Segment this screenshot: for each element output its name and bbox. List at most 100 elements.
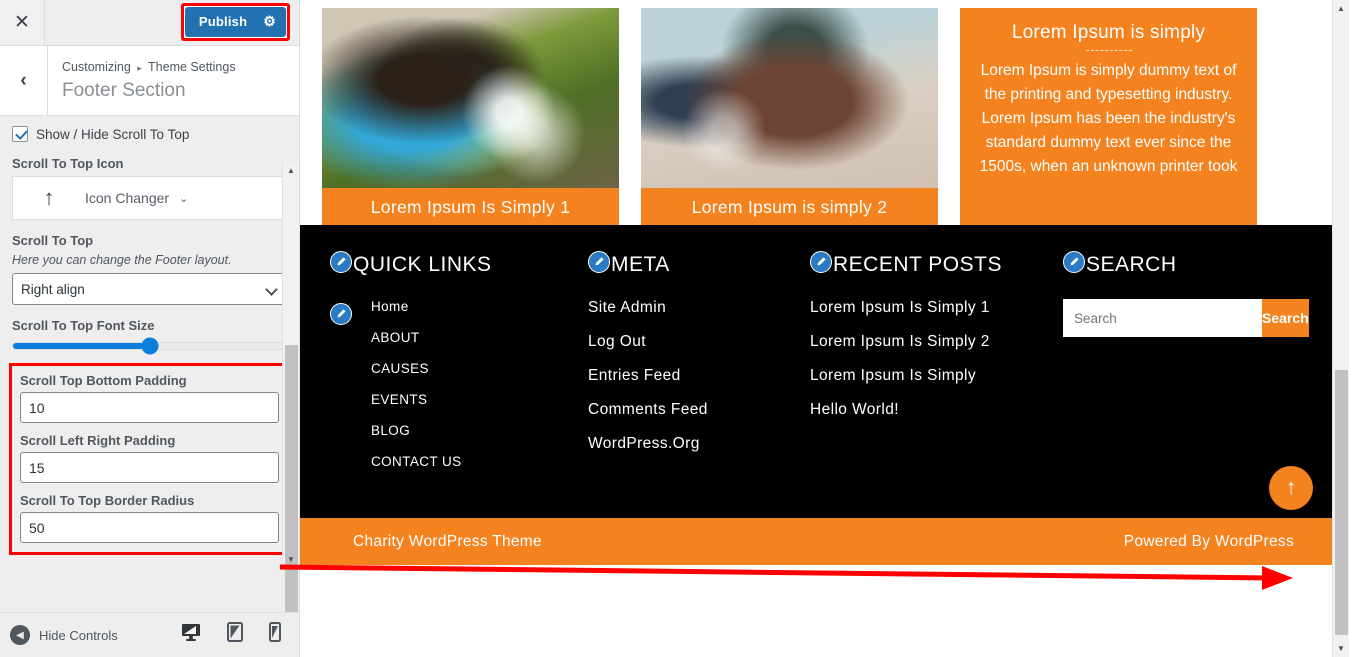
customizer-section-header: ‹ Customizing ▸ Theme Settings Footer Se…	[0, 46, 299, 116]
site-preview: Lorem Ipsum Is Simply 1 Lorem Ipsum is s…	[300, 0, 1349, 657]
list-item[interactable]: Lorem Ipsum Is Simply 2	[810, 333, 1063, 351]
list-item[interactable]: Site Admin	[588, 299, 810, 317]
footer-widget-heading: META	[588, 251, 810, 277]
customizer-controls: Show / Hide Scroll To Top Scroll To Top …	[0, 116, 299, 612]
footer-link-list: Home ABOUT CAUSES EVENTS BLOG CONTACT US	[330, 299, 588, 469]
hide-controls-button[interactable]: ◀ Hide Controls	[10, 625, 118, 645]
card-image-2[interactable]: Lorem Ipsum is simply 2	[641, 8, 938, 228]
icon-changer-button[interactable]: ↑ Icon Changer ⌄	[12, 176, 287, 220]
card-caption: Lorem Ipsum is simply 2	[641, 188, 938, 228]
list-item[interactable]: BLOG	[371, 423, 588, 438]
font-size-slider-thumb[interactable]	[141, 337, 158, 355]
footer-widget-quick-links: QUICK LINKS Home ABOUT CAUSES EVENTS BLO…	[330, 251, 588, 485]
scroll-up-arrow-icon[interactable]: ▲	[283, 162, 299, 179]
font-size-slider[interactable]	[12, 337, 287, 355]
card-caption: Lorem Ipsum Is Simply 1	[322, 188, 619, 228]
card-photo	[322, 8, 619, 188]
scroll-to-top-layout-label: Scroll To Top	[12, 233, 94, 248]
customizer-topbar: ✕ Publish ⚙	[0, 0, 299, 46]
list-item[interactable]: Hello World!	[810, 401, 1063, 419]
scroll-to-top-layout-description: Here you can change the Footer layout.	[12, 253, 232, 267]
list-item[interactable]: Home	[371, 299, 588, 314]
edit-pencil-icon[interactable]	[1063, 251, 1085, 273]
pencil-glyph	[337, 309, 346, 318]
device-desktop-button[interactable]	[171, 623, 211, 657]
copyright-right-text: Powered By WordPress	[1123, 532, 1294, 550]
gear-icon[interactable]: ⚙	[263, 13, 276, 30]
search-input[interactable]	[1063, 299, 1262, 337]
scroll-to-top-layout-control: Scroll To Top Here you can change the Fo…	[12, 233, 287, 305]
customizer-footer-bar: ◀ Hide Controls	[0, 612, 299, 657]
customizer-panel: ✕ Publish ⚙ ‹ Customizing ▸ Theme Settin…	[0, 0, 300, 657]
pencil-glyph	[595, 257, 604, 266]
footer-widget-recent-posts: RECENT POSTS Lorem Ipsum Is Simply 1 Lor…	[810, 251, 1063, 485]
footer-widget-heading-text: QUICK LINKS	[353, 253, 492, 276]
customizer-scrollbar-thumb[interactable]	[285, 345, 298, 612]
breadcrumb-separator-icon: ▸	[137, 63, 142, 73]
breadcrumb-root: Customizing	[62, 60, 131, 74]
edit-pencil-icon[interactable]	[330, 251, 352, 273]
customizer-screen: ✕ Publish ⚙ ‹ Customizing ▸ Theme Settin…	[0, 0, 1366, 657]
scroll-down-arrow-icon[interactable]: ▼	[283, 551, 299, 568]
customizer-scrollbar[interactable]: ▲ ▼	[282, 162, 299, 612]
back-button[interactable]: ‹	[0, 46, 48, 115]
pencil-glyph	[337, 257, 346, 266]
scroll-to-top-layout-select[interactable]: Right align	[12, 273, 287, 305]
hide-controls-label: Hide Controls	[39, 627, 118, 643]
edit-pencil-icon[interactable]	[810, 251, 832, 273]
breadcrumb-parent: Theme Settings	[148, 60, 236, 74]
publish-button[interactable]: Publish ⚙	[184, 7, 286, 37]
footer-widget-columns: QUICK LINKS Home ABOUT CAUSES EVENTS BLO…	[330, 251, 1319, 485]
card-image-1[interactable]: Lorem Ipsum Is Simply 1	[322, 8, 619, 228]
close-icon: ✕	[14, 12, 30, 33]
preview-scrollbar[interactable]: ▲ ▼	[1332, 0, 1349, 657]
scroll-to-top-border-radius-input[interactable]	[20, 512, 279, 543]
layout-select-wrap: Right align	[12, 273, 287, 305]
card-text-3[interactable]: Lorem Ipsum is simply Lorem Ipsum is sim…	[960, 8, 1257, 225]
footer-search-form: Search	[1063, 299, 1309, 337]
card-photo	[641, 8, 938, 188]
scroll-to-top-border-radius-label: Scroll To Top Border Radius	[20, 493, 195, 508]
scroll-to-top-icon-label: Scroll To Top Icon	[12, 156, 124, 171]
show-hide-scroll-to-top-checkbox[interactable]	[12, 126, 28, 142]
scroll-top-bottom-padding-label: Scroll Top Bottom Padding	[20, 373, 187, 388]
list-item[interactable]: CAUSES	[371, 361, 588, 376]
search-button[interactable]: Search	[1262, 299, 1309, 337]
footer-widget-meta: META Site Admin Log Out Entries Feed Com…	[588, 251, 810, 485]
list-item[interactable]: Comments Feed	[588, 401, 810, 419]
list-item[interactable]: Entries Feed	[588, 367, 810, 385]
scroll-up-arrow-icon[interactable]: ▲	[1333, 0, 1349, 17]
padding-settings-highlight-box: Scroll Top Bottom Padding Scroll Left Ri…	[9, 363, 290, 555]
arrow-up-icon: ↑	[1285, 476, 1297, 499]
footer-link-list: Lorem Ipsum Is Simply 1 Lorem Ipsum Is S…	[810, 299, 1063, 419]
list-item[interactable]: CONTACT US	[371, 454, 588, 469]
list-item[interactable]: ABOUT	[371, 330, 588, 345]
chevron-left-icon: ‹	[20, 69, 27, 91]
icon-changer-label: Icon Changer	[85, 190, 170, 206]
pencil-glyph	[817, 257, 826, 266]
list-item[interactable]: WordPress.Org	[588, 435, 810, 453]
scroll-left-right-padding-input[interactable]	[20, 452, 279, 483]
device-mobile-button[interactable]	[269, 621, 281, 649]
device-tablet-button[interactable]	[227, 621, 243, 649]
scroll-left-right-padding-label: Scroll Left Right Padding	[20, 433, 176, 448]
list-item[interactable]: Lorem Ipsum Is Simply 1	[810, 299, 1063, 317]
chevron-down-icon: ⌄	[179, 192, 189, 205]
footer-widget-heading: SEARCH	[1063, 251, 1313, 277]
list-item[interactable]: Log Out	[588, 333, 810, 351]
list-item[interactable]: EVENTS	[371, 392, 588, 407]
edit-pencil-icon[interactable]	[330, 303, 352, 325]
show-hide-scroll-to-top-row[interactable]: Show / Hide Scroll To Top	[12, 126, 287, 142]
list-item[interactable]: Lorem Ipsum Is Simply	[810, 367, 1063, 385]
font-size-slider-fill	[13, 343, 150, 349]
footer-widget-heading-text: RECENT POSTS	[833, 253, 1002, 276]
scroll-to-top-font-size-control: Scroll To Top Font Size	[12, 318, 287, 355]
scroll-down-arrow-icon[interactable]: ▼	[1333, 640, 1349, 657]
close-customizer-button[interactable]: ✕	[0, 0, 45, 45]
edit-pencil-icon[interactable]	[588, 251, 610, 273]
scroll-to-top-button[interactable]: ↑	[1269, 466, 1313, 510]
footer-widget-search: SEARCH Search	[1063, 251, 1313, 485]
scroll-top-bottom-padding-input[interactable]	[20, 392, 279, 423]
preview-scrollbar-thumb[interactable]	[1335, 370, 1348, 635]
scroll-left-right-padding-control: Scroll Left Right Padding	[20, 433, 279, 483]
